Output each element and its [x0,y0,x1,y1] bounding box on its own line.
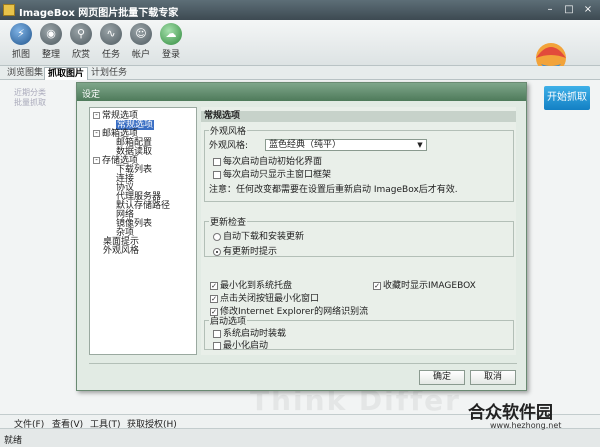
bolt-icon: ⚡ [10,23,32,45]
tab-capture[interactable]: 抓取图片 [44,67,89,80]
restart-note: 注意：任何改变都需要在设置后重新启动 ImageBox后才有效. [209,185,458,195]
toolbar-account[interactable]: ☺ 帐户 [128,23,154,60]
title-bar: ImageBox 网页图片批量下载专家 – □ × [0,0,600,20]
start-minimized-checkbox[interactable]: 最小化启动 [213,341,268,351]
toolbar-login[interactable]: ☁ 登录 [158,23,184,60]
status-text: 就绪 [4,436,23,446]
brand-logo: 合众软件园 [468,403,553,423]
radio-icon[interactable] [213,232,221,241]
settings-tree: - 常规选项 常规选项 - 邮箱选项 邮箱配置 数据读取 - 存储选项 下载列表 连接… [89,107,197,355]
collapse-icon[interactable]: - [93,112,100,119]
brand-url: www.hezhong.net [490,421,562,430]
collapse-icon[interactable]: - [93,130,100,137]
window-title: ImageBox 网页图片批量下载专家 [19,8,179,19]
wave-icon: ∿ [100,23,122,45]
cloud-icon: ☁ [160,23,182,45]
startup-group: 启动选项 系统启动时装载 最小化启动 [204,314,514,351]
checkbox-icon[interactable] [213,329,221,338]
cancel-button[interactable]: 取消 [470,370,516,385]
magnifier-icon: ⚲ [70,23,92,45]
close-minimizes-checkbox[interactable]: ✓ 点击关闭按钮最小化窗口 [210,294,319,304]
toolbar: ⚡ 抓图 ◉ 整理 ⚲ 欣赏 ∿ 任务 ☺ 帐户 ☁ 登录 [0,20,600,83]
appearance-field-label: 外观风格: [209,141,249,151]
tree-node-appearance[interactable]: 外观风格 [103,246,139,256]
checkbox-checked-icon[interactable]: ✓ [210,294,218,303]
appearance-group: 外观风格 外观风格: 蓝色经典（纯平） ▼ 每次启动自动初始化界面 每次启动只显… [204,124,514,202]
panel-title: 常规选项 [201,111,516,122]
checkbox-icon[interactable] [213,170,221,179]
close-button[interactable]: × [581,3,595,16]
toolbar-label: 抓图 [11,50,30,60]
side-item[interactable]: 近期分类 [14,88,46,98]
dialog-title: 设定 [82,90,101,100]
dialog-divider [89,363,517,364]
tab-schedule[interactable]: 计划任务 [88,67,130,80]
show-on-collect-checkbox[interactable]: ✓ 收藏时显示IMAGEBOX [373,281,476,291]
load-on-startup-checkbox[interactable]: 系统启动时装载 [213,329,286,339]
main-frame-only-checkbox[interactable]: 每次启动只显示主窗口框架 [213,170,331,180]
checkbox-checked-icon[interactable]: ✓ [373,281,381,290]
tab-browse[interactable]: 浏览图集 [4,67,46,80]
appearance-select-value: 蓝色经典（纯平） [269,140,342,150]
radio-selected-icon[interactable] [213,247,221,256]
chevron-down-icon[interactable]: ▼ [415,140,425,150]
toolbar-label: 整理 [41,50,60,60]
maximize-button[interactable]: □ [562,3,576,16]
startup-group-label: 启动选项 [210,317,247,327]
toolbar-tasks[interactable]: ∿ 任务 [98,23,124,60]
appearance-select[interactable]: 蓝色经典（纯平） ▼ [265,139,427,151]
collapse-icon[interactable]: - [93,157,100,164]
minimize-to-tray-checkbox[interactable]: ✓ 最小化到系统托盘 [210,281,292,291]
checkbox-icon[interactable] [213,157,221,166]
ok-button[interactable]: 确定 [419,370,465,385]
settings-dialog: 设定 - 常规选项 常规选项 - 邮箱选项 邮箱配置 数据读取 - 存储选项 下载列表… [76,82,527,391]
appearance-group-label: 外观风格 [210,127,247,137]
person-icon: ☺ [130,23,152,45]
side-item[interactable]: 批量抓取 [14,98,46,108]
toolbar-label: 任务 [101,50,120,60]
start-capture-button[interactable]: 开始抓取 [544,86,590,110]
checkbox-icon[interactable] [213,341,221,350]
auto-update-radio[interactable]: 自动下载和安装更新 [213,232,304,242]
tab-bar: 浏览图集 抓取图片 计划任务 [0,66,600,80]
toolbar-organize[interactable]: ◉ 整理 [38,23,64,60]
checkbox-checked-icon[interactable]: ✓ [210,281,218,290]
update-group-label: 更新检查 [210,218,247,228]
app-logo-icon [3,4,15,16]
update-group: 更新检查 自动下载和安装更新 有更新时提示 [204,215,514,257]
disc-icon: ◉ [40,23,62,45]
toolbar-label: 欣赏 [71,50,90,60]
toolbar-label: 登录 [161,50,180,60]
status-bar: 就绪 [0,428,600,447]
settings-panel: 常规选项 外观风格 外观风格: 蓝色经典（纯平） ▼ 每次启动自动初始化界面 每… [201,107,516,355]
toolbar-label: 帐户 [131,50,150,60]
toolbar-view[interactable]: ⚲ 欣赏 [68,23,94,60]
toolbar-capture[interactable]: ⚡ 抓图 [8,23,34,60]
side-panel-faint: 近期分类 批量抓取 [14,88,46,108]
auto-init-ui-checkbox[interactable]: 每次启动自动初始化界面 [213,157,322,167]
dialog-title-bar: 设定 [77,83,526,101]
notify-update-radio[interactable]: 有更新时提示 [213,247,277,257]
minimize-button[interactable]: – [543,3,557,16]
